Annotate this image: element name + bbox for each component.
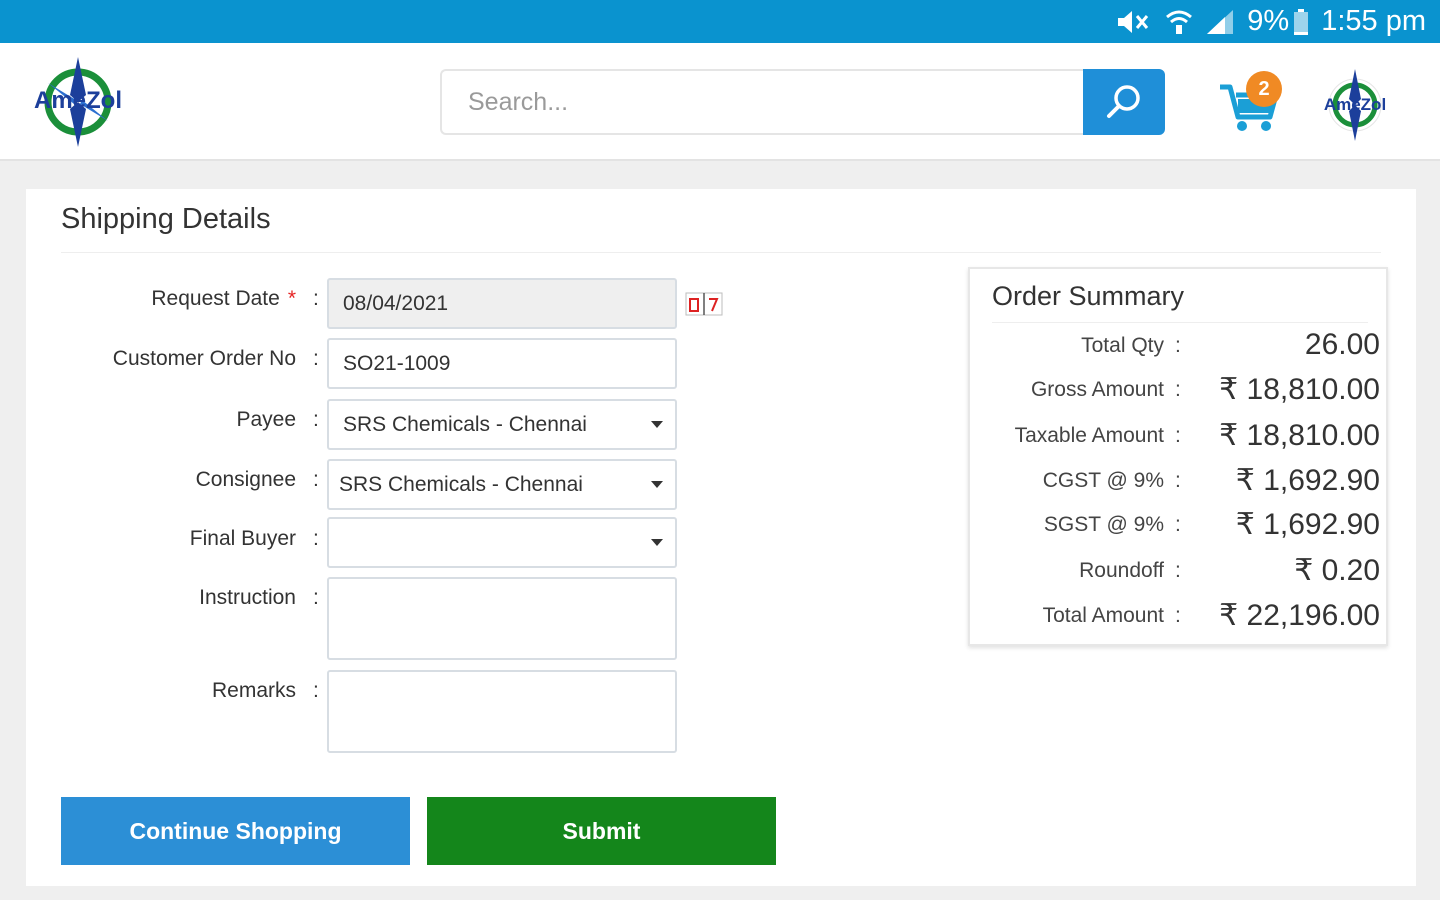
summary-value: ₹ 1,692.90 — [1235, 508, 1380, 541]
final-buyer-label: Final Buyer — [189, 527, 296, 550]
request-date-label-text: Request Date — [151, 287, 280, 310]
summary-row-cgst: CGST @ 9% : ₹ 1,692.90 — [970, 461, 1390, 501]
summary-row-sgst: SGST @ 9% : ₹ 1,692.90 — [970, 505, 1390, 545]
summary-label: Total Amount — [1042, 604, 1164, 627]
status-bar-right: 9% 1:55 pm — [1115, 0, 1426, 43]
summary-row-total-amount: Total Amount : ₹ 22,196.00 — [970, 596, 1390, 636]
consignee-select[interactable]: SRS Chemicals - Chennai — [327, 459, 677, 510]
colon: : — [1175, 424, 1181, 447]
summary-divider — [992, 322, 1368, 323]
title-divider — [61, 252, 1381, 253]
colon: : — [1175, 559, 1181, 582]
summary-label: Roundoff — [1079, 559, 1164, 582]
summary-label: SGST @ 9% — [1043, 513, 1164, 536]
user-avatar-logo[interactable]: AmeZol — [1310, 65, 1400, 145]
battery-percent: 9% — [1247, 5, 1290, 37]
consignee-label: Consignee — [195, 468, 296, 491]
summary-label: Total Qty — [1081, 334, 1164, 357]
chevron-down-icon — [651, 481, 663, 488]
summary-row-gross-amount: Gross Amount : ₹ 18,810.00 — [970, 370, 1390, 410]
shipping-card: Shipping Details Request Date * : 08/04/2… — [26, 189, 1416, 886]
chevron-down-icon — [651, 539, 663, 546]
logo-text: AmeZol — [34, 87, 122, 114]
summary-label: CGST @ 9% — [1042, 469, 1164, 492]
order-summary-title: Order Summary — [992, 281, 1185, 311]
submit-button[interactable]: Submit — [427, 797, 776, 865]
payee-select[interactable]: SRS Chemicals - Chennai — [327, 399, 677, 450]
status-bar: 9% 1:55 pm — [0, 0, 1440, 43]
customer-order-no-label: Customer Order No — [112, 347, 296, 370]
page-title: Shipping Details — [61, 203, 271, 235]
summary-value: ₹ 18,810.00 — [1219, 419, 1380, 452]
colon: : — [313, 468, 319, 491]
app-header: AmeZol Search... 2 AmeZol — [0, 43, 1440, 161]
summary-value: ₹ 18,810.00 — [1219, 373, 1380, 406]
continue-shopping-button[interactable]: Continue Shopping — [61, 797, 410, 865]
search-button[interactable] — [1083, 69, 1165, 135]
clock: 1:55 pm — [1321, 5, 1426, 37]
summary-row-total-qty: Total Qty : 26.00 — [970, 326, 1390, 366]
request-date-field[interactable]: 08/04/2021 — [327, 278, 677, 329]
summary-label: Taxable Amount — [1014, 424, 1164, 447]
summary-value: ₹ 22,196.00 — [1219, 599, 1380, 632]
avatar-logo-text: AmeZol — [1324, 95, 1386, 114]
remarks-textarea[interactable] — [327, 670, 677, 753]
summary-row-taxable-amount: Taxable Amount : ₹ 18,810.00 — [970, 416, 1390, 456]
customer-order-no-field[interactable]: SO21-1009 — [327, 338, 677, 389]
required-marker: * — [287, 287, 296, 310]
summary-value: 26.00 — [1304, 328, 1380, 361]
payee-label: Payee — [236, 408, 296, 431]
instruction-textarea[interactable] — [327, 577, 677, 660]
instruction-label: Instruction — [199, 586, 296, 609]
colon: : — [1175, 513, 1181, 536]
summary-value: ₹ 0.20 — [1294, 554, 1380, 587]
battery-icon — [1294, 8, 1309, 35]
order-summary-panel: Order Summary Total Qty : 26.00 Gross Am… — [968, 267, 1388, 646]
consignee-value: SRS Chemicals - Chennai — [339, 473, 583, 496]
colon: : — [313, 586, 319, 609]
calendar-icon[interactable] — [685, 289, 723, 317]
colon: : — [313, 347, 319, 370]
summary-label: Gross Amount — [1030, 378, 1164, 401]
chevron-down-icon — [651, 421, 663, 428]
remarks-label: Remarks — [211, 679, 296, 702]
summary-row-roundoff: Roundoff : ₹ 0.20 — [970, 551, 1390, 591]
mute-icon — [1115, 8, 1153, 36]
summary-value: ₹ 1,692.90 — [1235, 464, 1380, 497]
colon: : — [313, 287, 319, 310]
battery-status: 9% — [1247, 5, 1309, 38]
cart-count-badge[interactable]: 2 — [1246, 71, 1282, 107]
final-buyer-select[interactable] — [327, 517, 677, 568]
colon: : — [1175, 469, 1181, 492]
colon: : — [313, 408, 319, 431]
colon: : — [313, 679, 319, 702]
wifi-icon — [1165, 8, 1193, 36]
colon: : — [1175, 604, 1181, 627]
colon: : — [313, 527, 319, 550]
signal-icon — [1205, 8, 1235, 36]
request-date-label: Request Date * — [26, 287, 296, 311]
search-icon — [1107, 85, 1140, 118]
colon: : — [1175, 378, 1181, 401]
payee-value: SRS Chemicals - Chennai — [343, 413, 587, 436]
colon: : — [1175, 334, 1181, 357]
search-input[interactable]: Search... — [440, 69, 1084, 135]
amezol-logo[interactable]: AmeZol — [16, 53, 140, 151]
